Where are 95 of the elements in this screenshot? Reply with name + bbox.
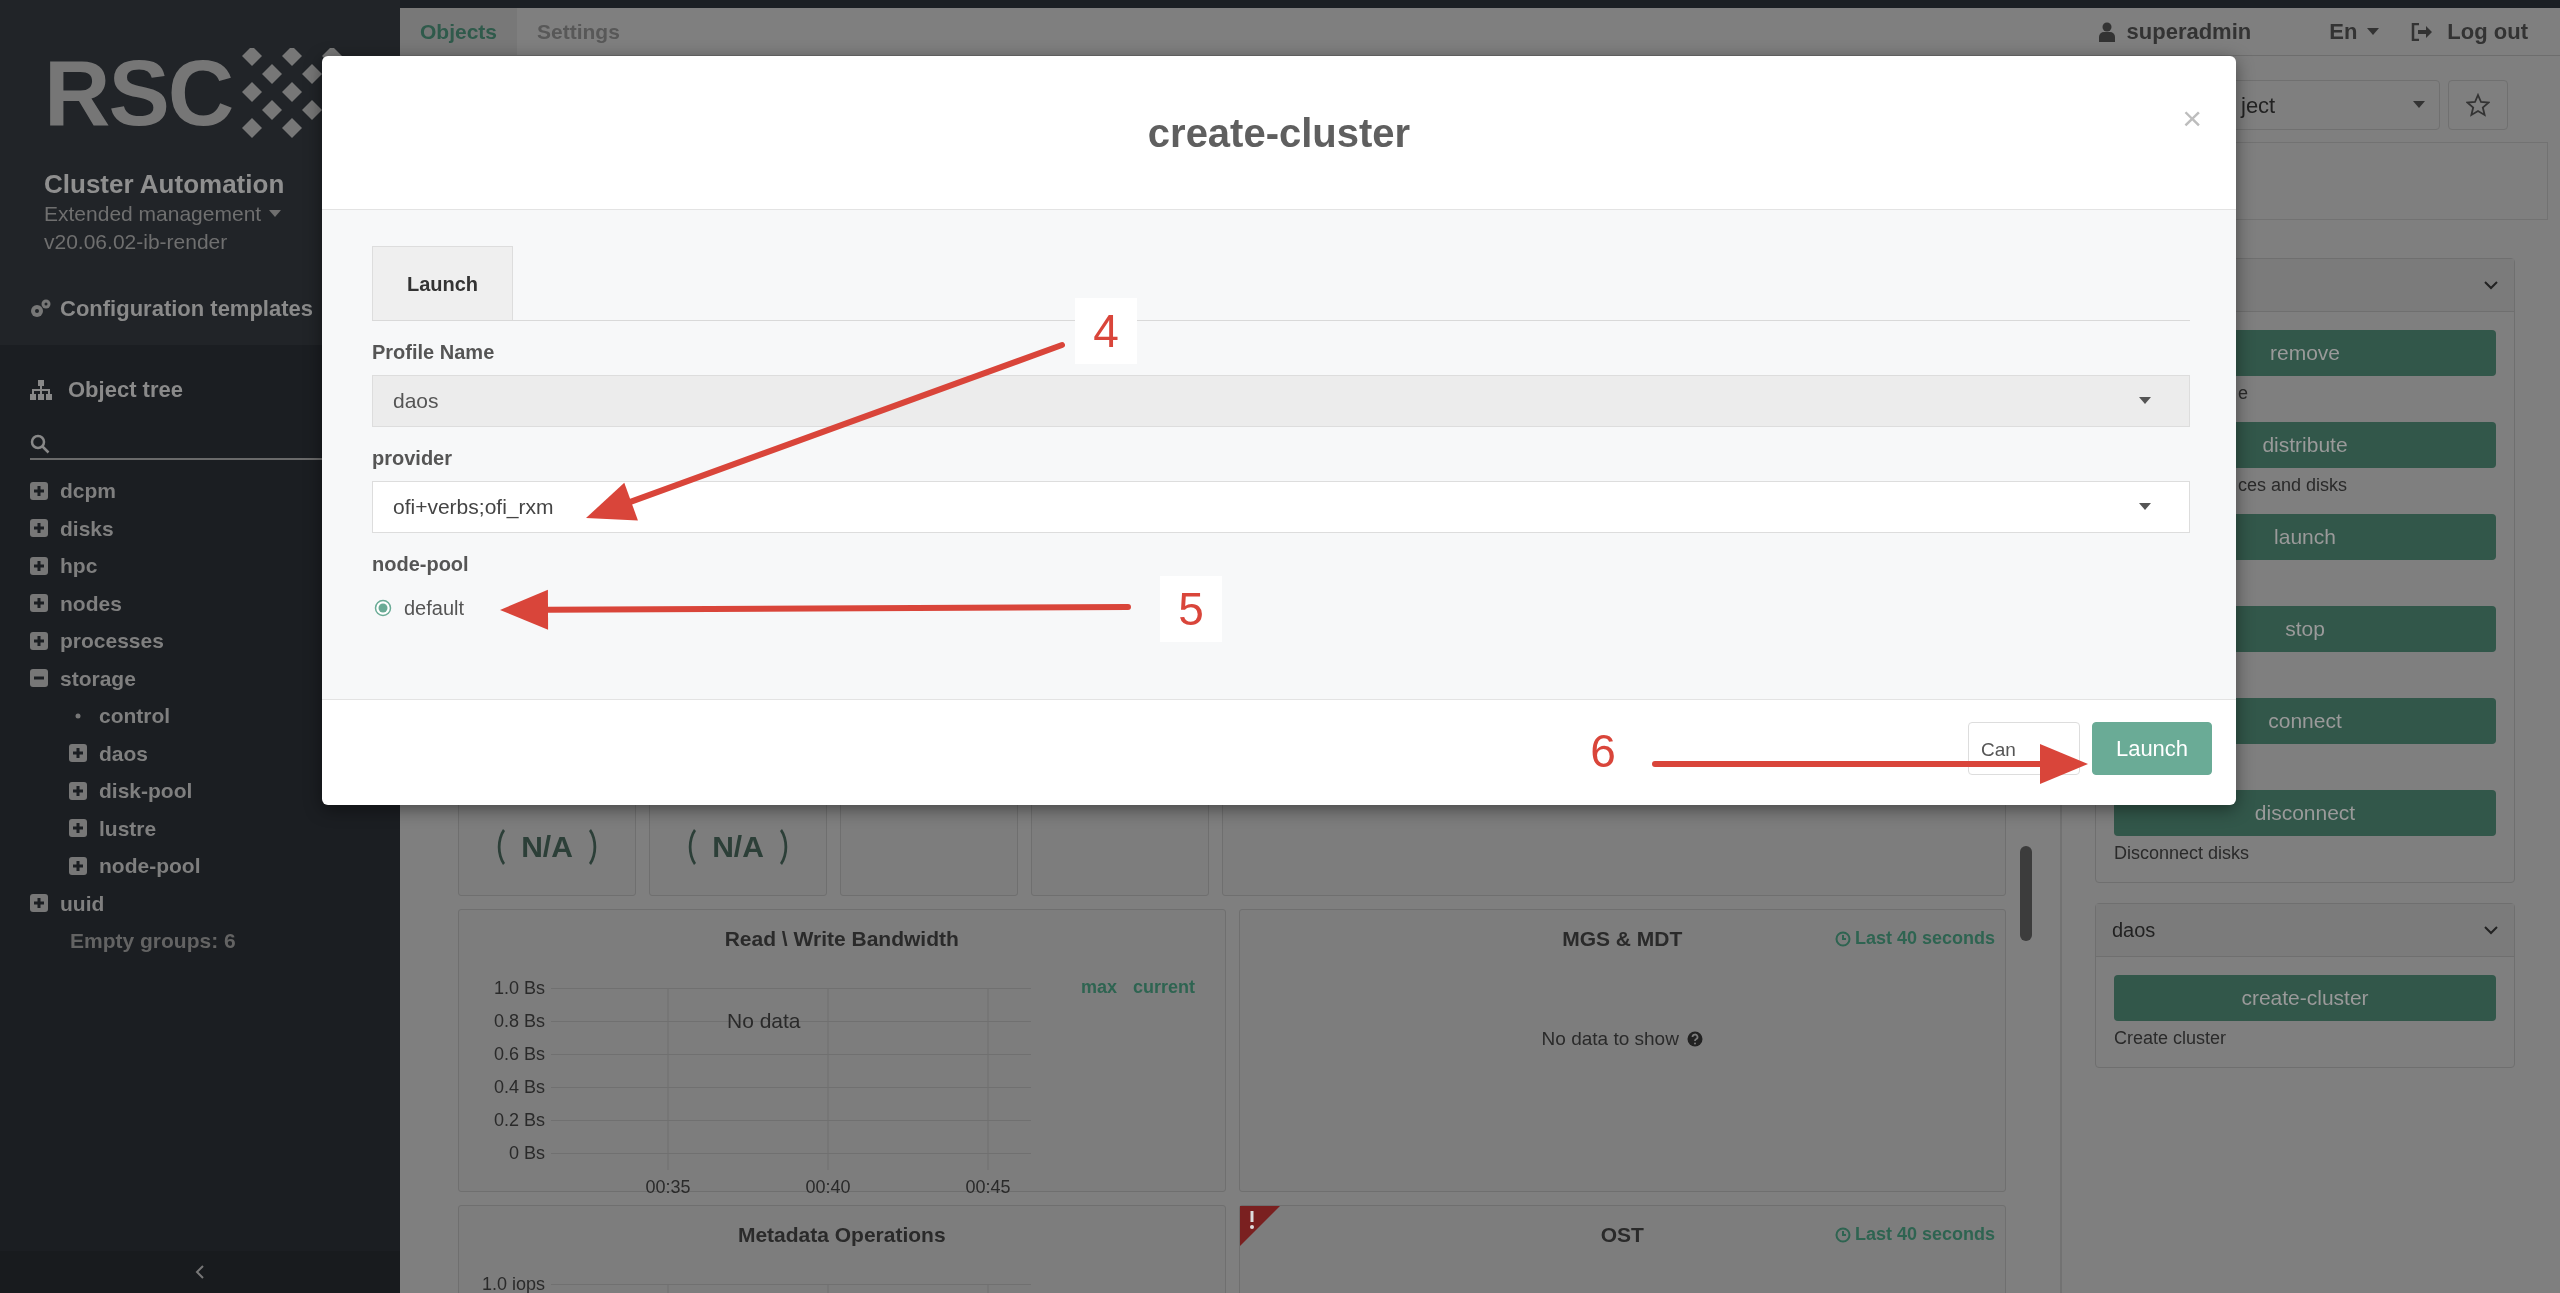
help-icon[interactable] — [1686, 1030, 1703, 1047]
action-description: e — [2238, 383, 2248, 403]
collapse-icon[interactable] — [30, 669, 48, 688]
logout-link[interactable]: Log out — [2447, 15, 2528, 48]
step-number: 5 — [1160, 576, 1222, 642]
tree-item[interactable]: disk-pool — [99, 775, 193, 807]
tree-item[interactable]: control — [99, 700, 171, 732]
edition-dropdown[interactable]: Extended management — [44, 200, 262, 228]
axis-tick-label: 0.6 Bs — [492, 1042, 545, 1066]
axis-tick-label: 1.0 Bs — [492, 976, 545, 1000]
caret-icon — [269, 210, 282, 218]
action-description: ces and disks — [2238, 475, 2348, 495]
user-name-link[interactable]: superadmin — [2126, 15, 2252, 48]
expand-icon[interactable] — [30, 894, 48, 913]
select-field[interactable]: ofi+verbs;ofi_rxm — [372, 481, 2190, 533]
gauge-end-icon — [687, 828, 697, 865]
chart-title: Read \ Write Bandwidth — [724, 926, 959, 952]
tree-item[interactable]: hpc — [60, 550, 98, 582]
caret-icon — [2367, 27, 2380, 36]
clock-icon — [1834, 930, 1851, 947]
tree-item[interactable]: dcpm — [60, 475, 116, 507]
version-text: v20.06.02-ib-render — [44, 229, 229, 255]
dialog-tab[interactable]: Launch — [372, 246, 513, 320]
action-button[interactable]: create-cluster — [2114, 975, 2496, 1021]
bullet-icon — [75, 712, 81, 719]
tree-item[interactable]: processes — [60, 625, 164, 657]
axis-tick-label: 0.2 Bs — [492, 1108, 545, 1132]
axis-tick-label: 00:40 — [804, 1175, 852, 1199]
radio-button[interactable] — [374, 599, 392, 617]
field-label: node-pool — [372, 552, 470, 577]
panel-title: daos — [2112, 918, 2156, 943]
chart-title: OST — [1600, 1222, 1644, 1248]
axis-tick-label: 00:35 — [644, 1175, 692, 1199]
step-number: 4 — [1075, 298, 1137, 364]
tree-item[interactable]: nodes — [60, 587, 122, 619]
caret-icon — [2139, 397, 2151, 405]
expand-icon[interactable] — [30, 519, 48, 538]
select-field: daos — [372, 375, 2190, 427]
gauge-end-icon — [588, 828, 598, 865]
tree-item[interactable]: uuid — [60, 887, 105, 919]
no-data-message: No data to show — [1541, 1026, 1679, 1051]
expand-icon[interactable] — [69, 744, 87, 763]
search-icon — [30, 434, 50, 454]
caret-icon — [2413, 101, 2425, 109]
collapse-chevron-icon[interactable] — [195, 1265, 205, 1279]
expand-icon[interactable] — [30, 481, 48, 500]
caret-icon — [2139, 503, 2151, 511]
expand-icon[interactable] — [30, 556, 48, 575]
chevron-down-icon[interactable] — [2484, 925, 2498, 935]
expand-icon[interactable] — [69, 856, 87, 875]
chevron-down-icon[interactable] — [2484, 280, 2498, 290]
axis-tick-label: 0.4 Bs — [492, 1075, 545, 1099]
empty-groups-text: Empty groups: 6 — [69, 928, 237, 954]
chart-title: Metadata Operations — [737, 1222, 946, 1248]
time-range-text: Last 40 seconds — [1854, 927, 1995, 950]
gauge-end-icon — [779, 828, 789, 865]
user-icon — [2098, 21, 2115, 42]
expand-icon[interactable] — [30, 631, 48, 650]
axis-tick-label: 0.8 Bs — [492, 1009, 545, 1033]
logout-icon — [2411, 22, 2434, 41]
dialog-title: create-cluster — [1147, 109, 1411, 157]
gears-icon — [30, 298, 52, 319]
scrollbar[interactable] — [2020, 846, 2032, 941]
tree-item[interactable]: node-pool — [99, 850, 201, 882]
time-range-text: Last 40 seconds — [1854, 1223, 1995, 1246]
axis-tick-label: 1.0 iops — [480, 1272, 545, 1293]
clock-icon — [1834, 1226, 1851, 1243]
tree-item[interactable]: daos — [99, 737, 148, 769]
gauge-reading: N/A — [521, 829, 573, 865]
logo-text: RSC — [44, 53, 233, 133]
gauge-reading: N/A — [712, 829, 764, 865]
no-data-message: No data — [727, 1007, 801, 1034]
gauge-end-icon — [496, 828, 506, 865]
action-description: Create cluster — [2114, 1028, 2227, 1048]
tree-item[interactable]: lustre — [99, 812, 157, 844]
axis-tick-label: 00:45 — [964, 1175, 1012, 1199]
expand-icon[interactable] — [69, 781, 87, 800]
chart-title: MGS & MDT — [1562, 926, 1683, 952]
expand-icon[interactable] — [30, 594, 48, 613]
field-label: Profile Name — [372, 340, 496, 365]
favorite-button[interactable] — [2448, 80, 2508, 130]
field-label: provider — [372, 446, 454, 471]
object-tree-heading: Object tree — [68, 376, 183, 404]
configuration-templates-link[interactable]: Configuration templates — [60, 292, 313, 325]
tree-item[interactable]: storage — [60, 662, 136, 694]
language-dropdown[interactable]: En — [2329, 15, 2358, 48]
radio-label: default — [404, 596, 465, 621]
app-title: Cluster Automation — [44, 168, 286, 200]
launch-button[interactable]: Launch — [2092, 722, 2212, 775]
expand-icon[interactable] — [69, 819, 87, 838]
star-icon — [2466, 93, 2490, 117]
tree-item[interactable]: disks — [60, 512, 114, 544]
axis-tick-label: 0 Bs — [507, 1141, 545, 1165]
sitemap-icon — [30, 379, 52, 400]
action-description: Disconnect disks — [2114, 843, 2250, 863]
